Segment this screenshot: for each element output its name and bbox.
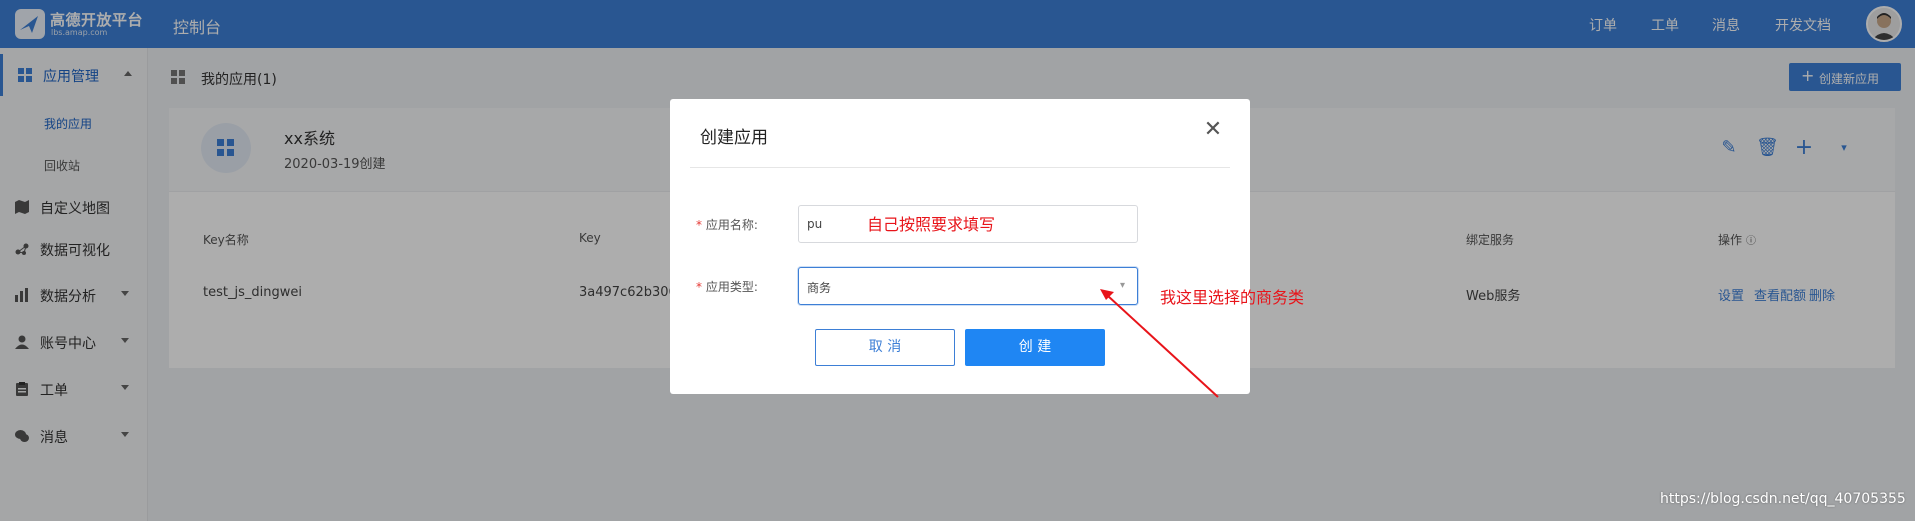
annotation-arrow (1100, 289, 1219, 398)
watermark: https://blog.csdn.net/qq_40705355 (1660, 491, 1906, 507)
